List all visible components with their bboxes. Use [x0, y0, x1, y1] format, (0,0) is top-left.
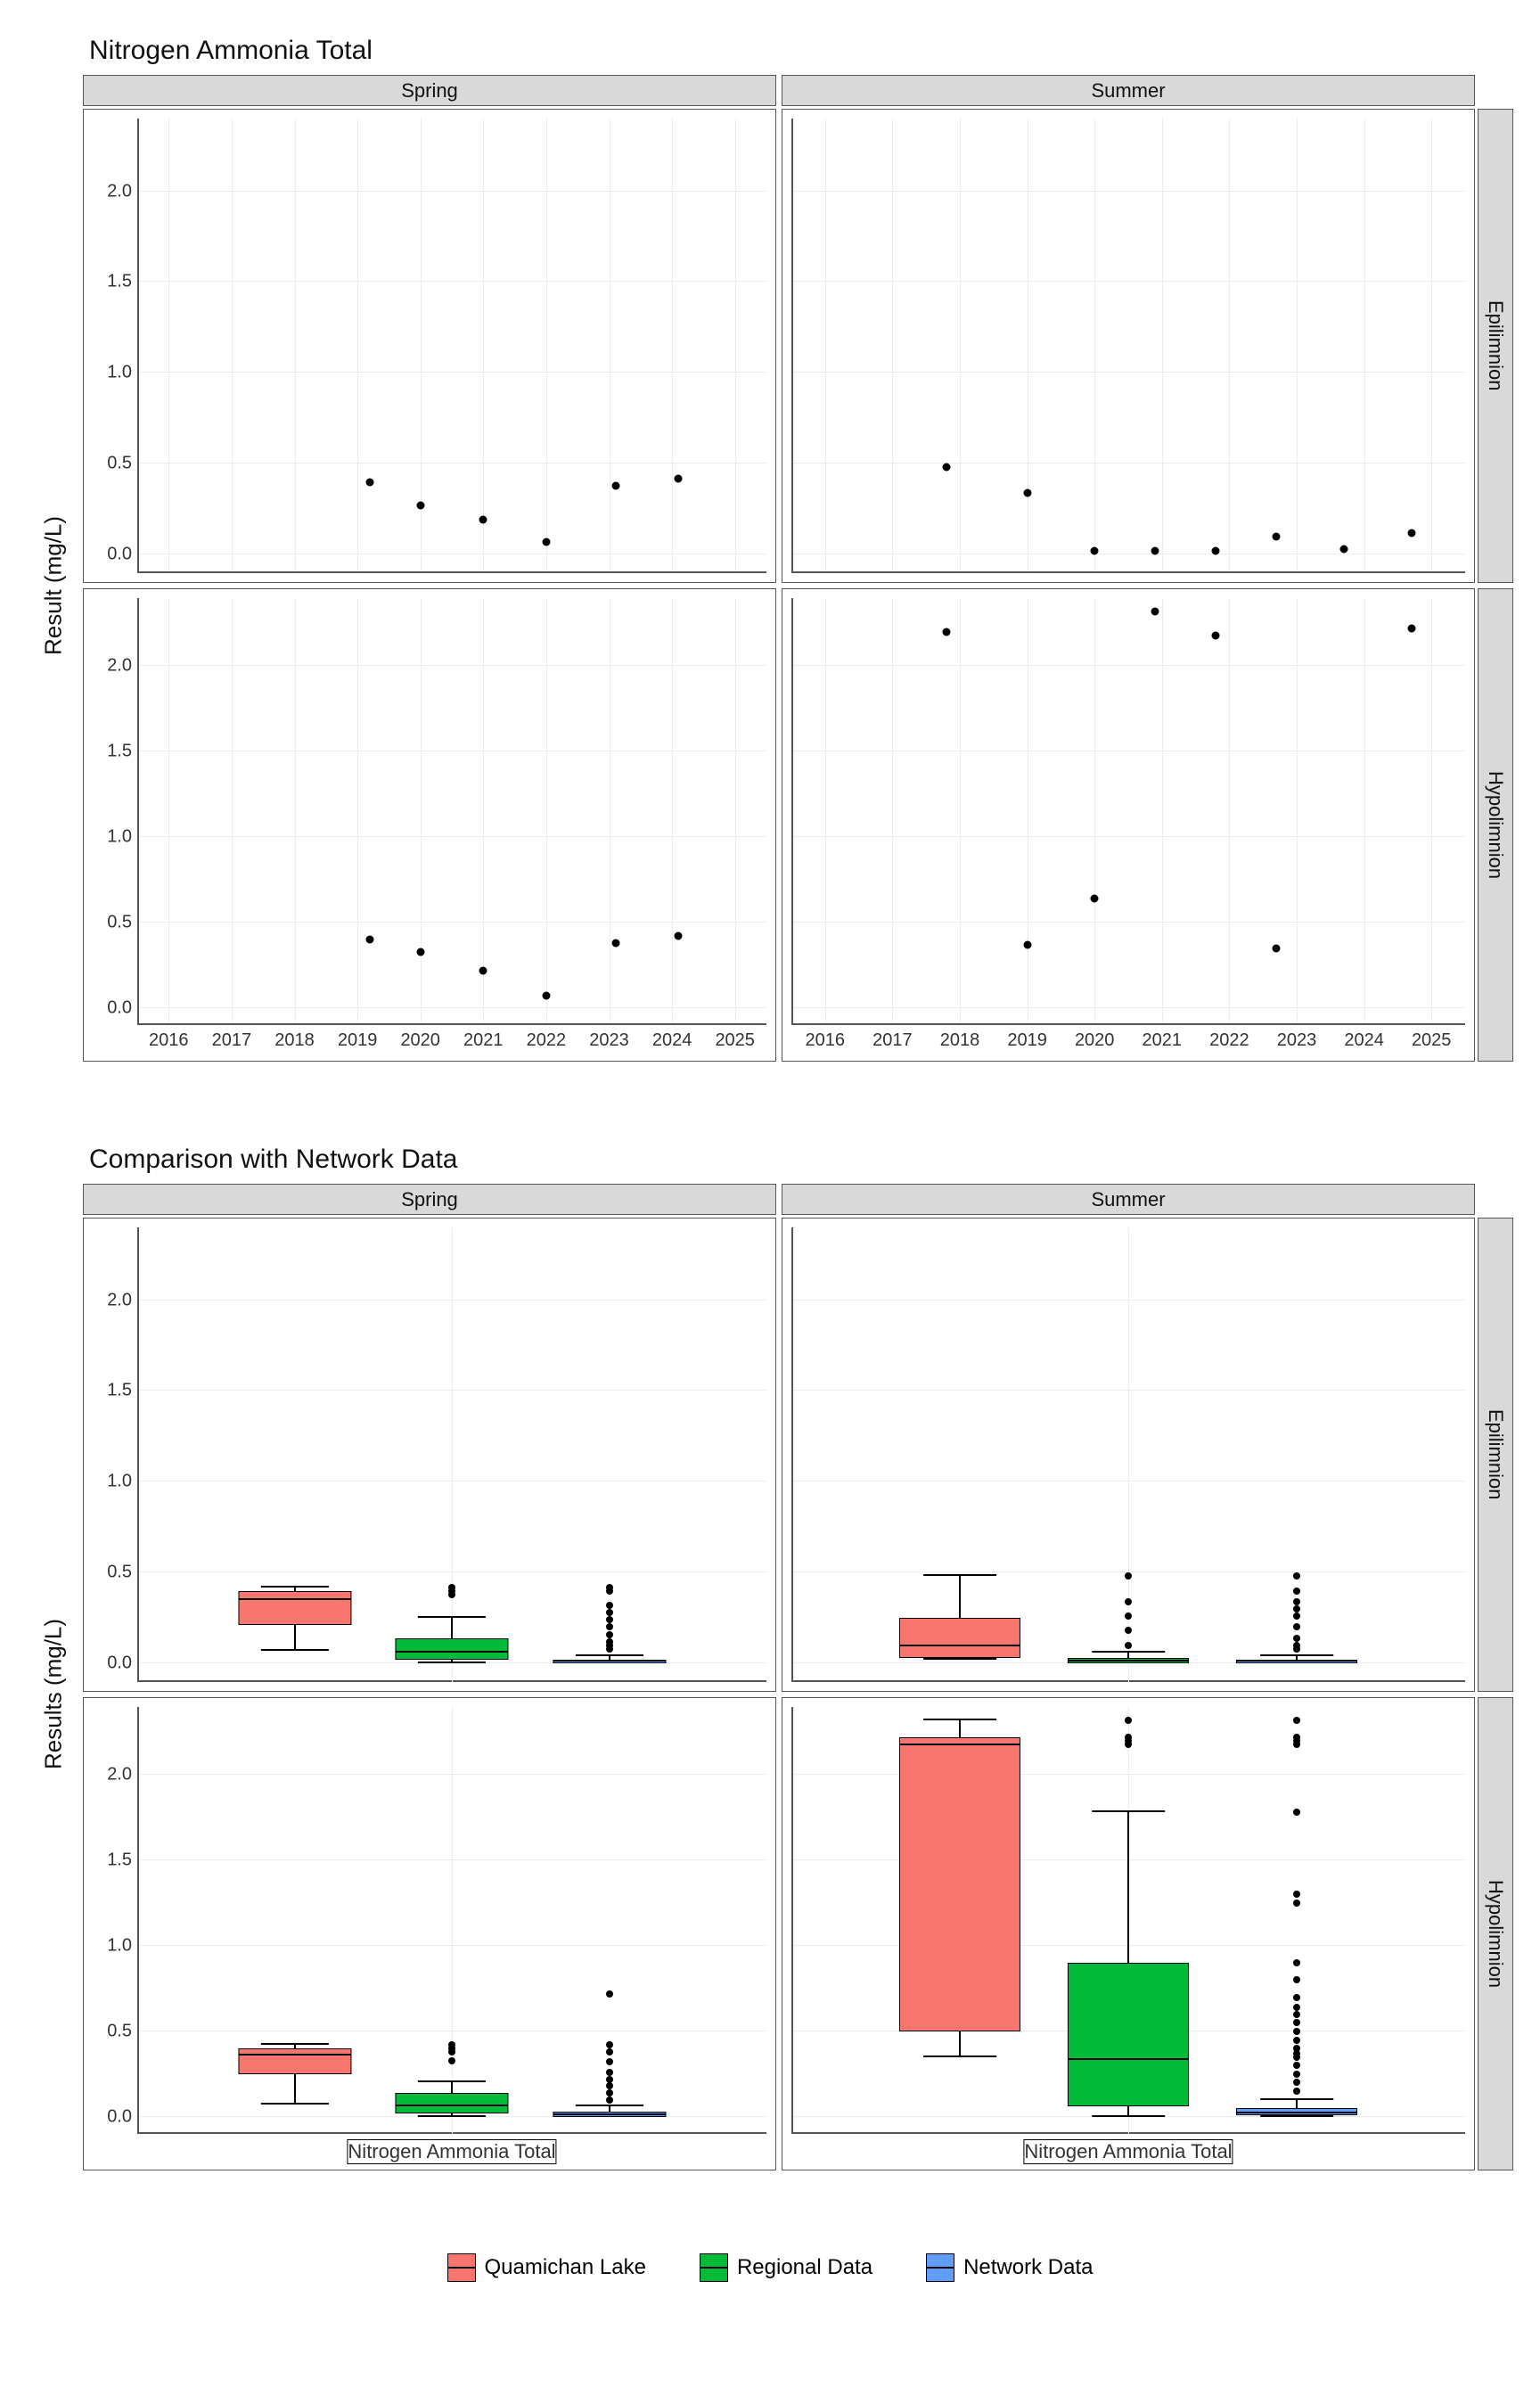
legend-item-regional: Regional Data — [700, 2253, 872, 2282]
panel-summer-hypo: 2016201720182019202020212022202320242025 — [782, 588, 1475, 1063]
box-grid: Spring Summer Results (mg/L) 0.00.51.01.… — [27, 1184, 1513, 2209]
bpanel-spring-hypo: 0.00.51.01.52.0Nitrogen Ammonia Total — [83, 1697, 776, 2171]
legend-label: Network Data — [963, 2255, 1093, 2280]
bpanel-spring-epi: 0.00.51.01.52.0 — [83, 1218, 776, 1692]
legend-key-icon — [926, 2253, 954, 2282]
bpanel-summer-hypo: Nitrogen Ammonia Total — [782, 1697, 1475, 2171]
box-ylab: Results (mg/L) — [27, 1215, 80, 2173]
panel-spring-hypo: 0.00.51.01.52.02016201720182019202020212… — [83, 588, 776, 1063]
scatter-chart: Nitrogen Ammonia Total Spring Summer Res… — [27, 36, 1513, 1100]
scatter-grid: Spring Summer Result (mg/L) 0.00.51.01.5… — [27, 75, 1513, 1100]
bpanel-summer-epi — [782, 1218, 1475, 1692]
row-strip-epi-b: Epilimnion — [1478, 1218, 1513, 1692]
legend-label: Regional Data — [737, 2255, 872, 2280]
col-strip-spring: Spring — [83, 75, 776, 106]
scatter-ylab: Result (mg/L) — [27, 106, 80, 1064]
row-strip-epi: Epilimnion — [1478, 109, 1513, 583]
legend-key-icon — [700, 2253, 728, 2282]
row-strip-hypo-b: Hypolimnion — [1478, 1697, 1513, 2171]
legend-item-network: Network Data — [926, 2253, 1093, 2282]
legend-label: Quamichan Lake — [485, 2255, 646, 2280]
col-strip-summer: Summer — [782, 75, 1475, 106]
box-chart: Comparison with Network Data Spring Summ… — [27, 1145, 1513, 2209]
panel-spring-epi: 0.00.51.01.52.0 — [83, 109, 776, 583]
col-strip-spring-b: Spring — [83, 1184, 776, 1215]
scatter-title: Nitrogen Ammonia Total — [89, 36, 1513, 66]
legend-item-quamichan: Quamichan Lake — [447, 2253, 646, 2282]
legend-key-icon — [447, 2253, 476, 2282]
panel-summer-epi — [782, 109, 1475, 583]
col-strip-summer-b: Summer — [782, 1184, 1475, 1215]
legend: Quamichan Lake Regional Data Network Dat… — [27, 2253, 1513, 2282]
box-title: Comparison with Network Data — [89, 1145, 1513, 1175]
row-strip-hypo: Hypolimnion — [1478, 588, 1513, 1063]
